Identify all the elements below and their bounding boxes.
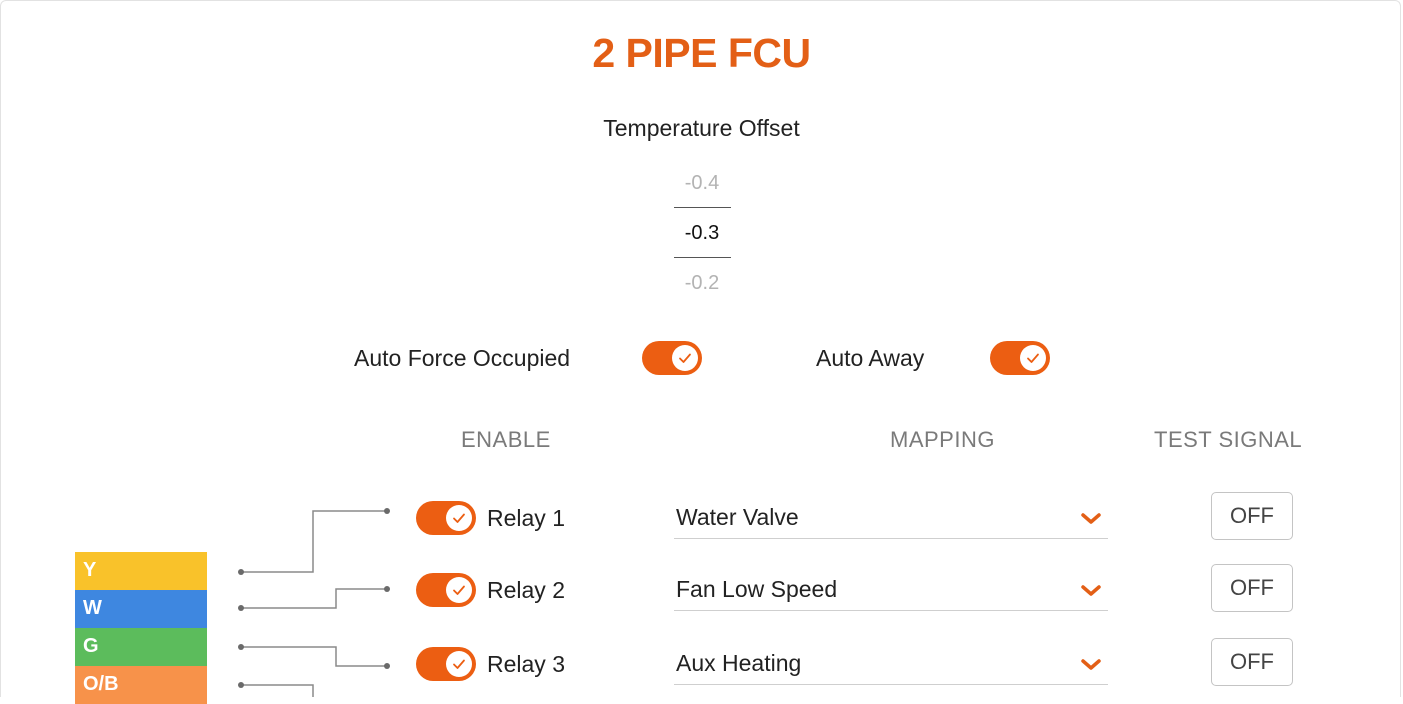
chevron-down-icon [1081,585,1101,596]
relay-1-enable-toggle[interactable] [416,501,476,535]
relay-1-test-signal-button[interactable]: OFF [1211,492,1293,540]
terminal-label: G [83,635,99,657]
chevron-down-icon [1081,513,1101,524]
toggle-knob [1020,345,1046,371]
terminal-label: O/B [83,673,119,695]
auto-away-toggle[interactable] [990,341,1050,375]
chevron-down-icon [1081,659,1101,670]
mapping-value: Aux Heating [676,650,802,676]
wire-line-relay-1 [241,510,387,573]
relay-1-mapping-select[interactable]: Water Valve [674,498,1108,539]
toggle-knob [446,577,472,603]
wire-line-relay-3 [241,646,387,667]
toggle-knob [446,505,472,531]
relay-2-mapping-select[interactable]: Fan Low Speed [674,570,1108,611]
terminal-w: W [75,590,207,628]
picker-divider [674,257,731,258]
terminal-label: Y [83,559,97,581]
terminal-label: W [83,597,102,619]
toggle-knob [446,651,472,677]
check-icon [679,353,691,363]
check-icon [453,659,465,669]
auto-away-label: Auto Away [816,345,925,371]
mapping-value: Fan Low Speed [676,576,838,602]
terminal-y: Y [75,552,207,590]
check-icon [453,513,465,523]
relay-2-label: Relay 2 [487,577,565,603]
wiring-lines [238,508,390,697]
relay-2-test-signal-button[interactable]: OFF [1211,564,1293,612]
picker-selected-value[interactable]: -0.3 [652,222,752,245]
relay-3-mapping-select[interactable]: Aux Heating [674,644,1108,685]
picker-divider [674,207,731,208]
relay-3-test-signal-button[interactable]: OFF [1211,638,1293,686]
terminal-ob: O/B [75,666,207,704]
picker-prev-value[interactable]: -0.4 [652,172,752,195]
column-header-test-signal: TEST SIGNAL [1154,427,1303,452]
check-icon [1027,353,1039,363]
auto-force-occupied-toggle[interactable] [642,341,702,375]
column-header-mapping: MAPPING [890,427,995,452]
column-header-enable: ENABLE [461,427,551,452]
relay-2-enable-toggle[interactable] [416,573,476,607]
picker-next-value[interactable]: -0.2 [652,272,752,295]
terminal-g: G [75,628,207,666]
check-icon [453,585,465,595]
wire-line-relay-4 [241,684,314,697]
relay-3-enable-toggle[interactable] [416,647,476,681]
mapping-value: Water Valve [676,504,799,530]
toggle-knob [672,345,698,371]
relay-3-label: Relay 3 [487,651,565,677]
relay-1-label: Relay 1 [487,505,565,531]
wire-line-relay-2 [241,588,387,609]
